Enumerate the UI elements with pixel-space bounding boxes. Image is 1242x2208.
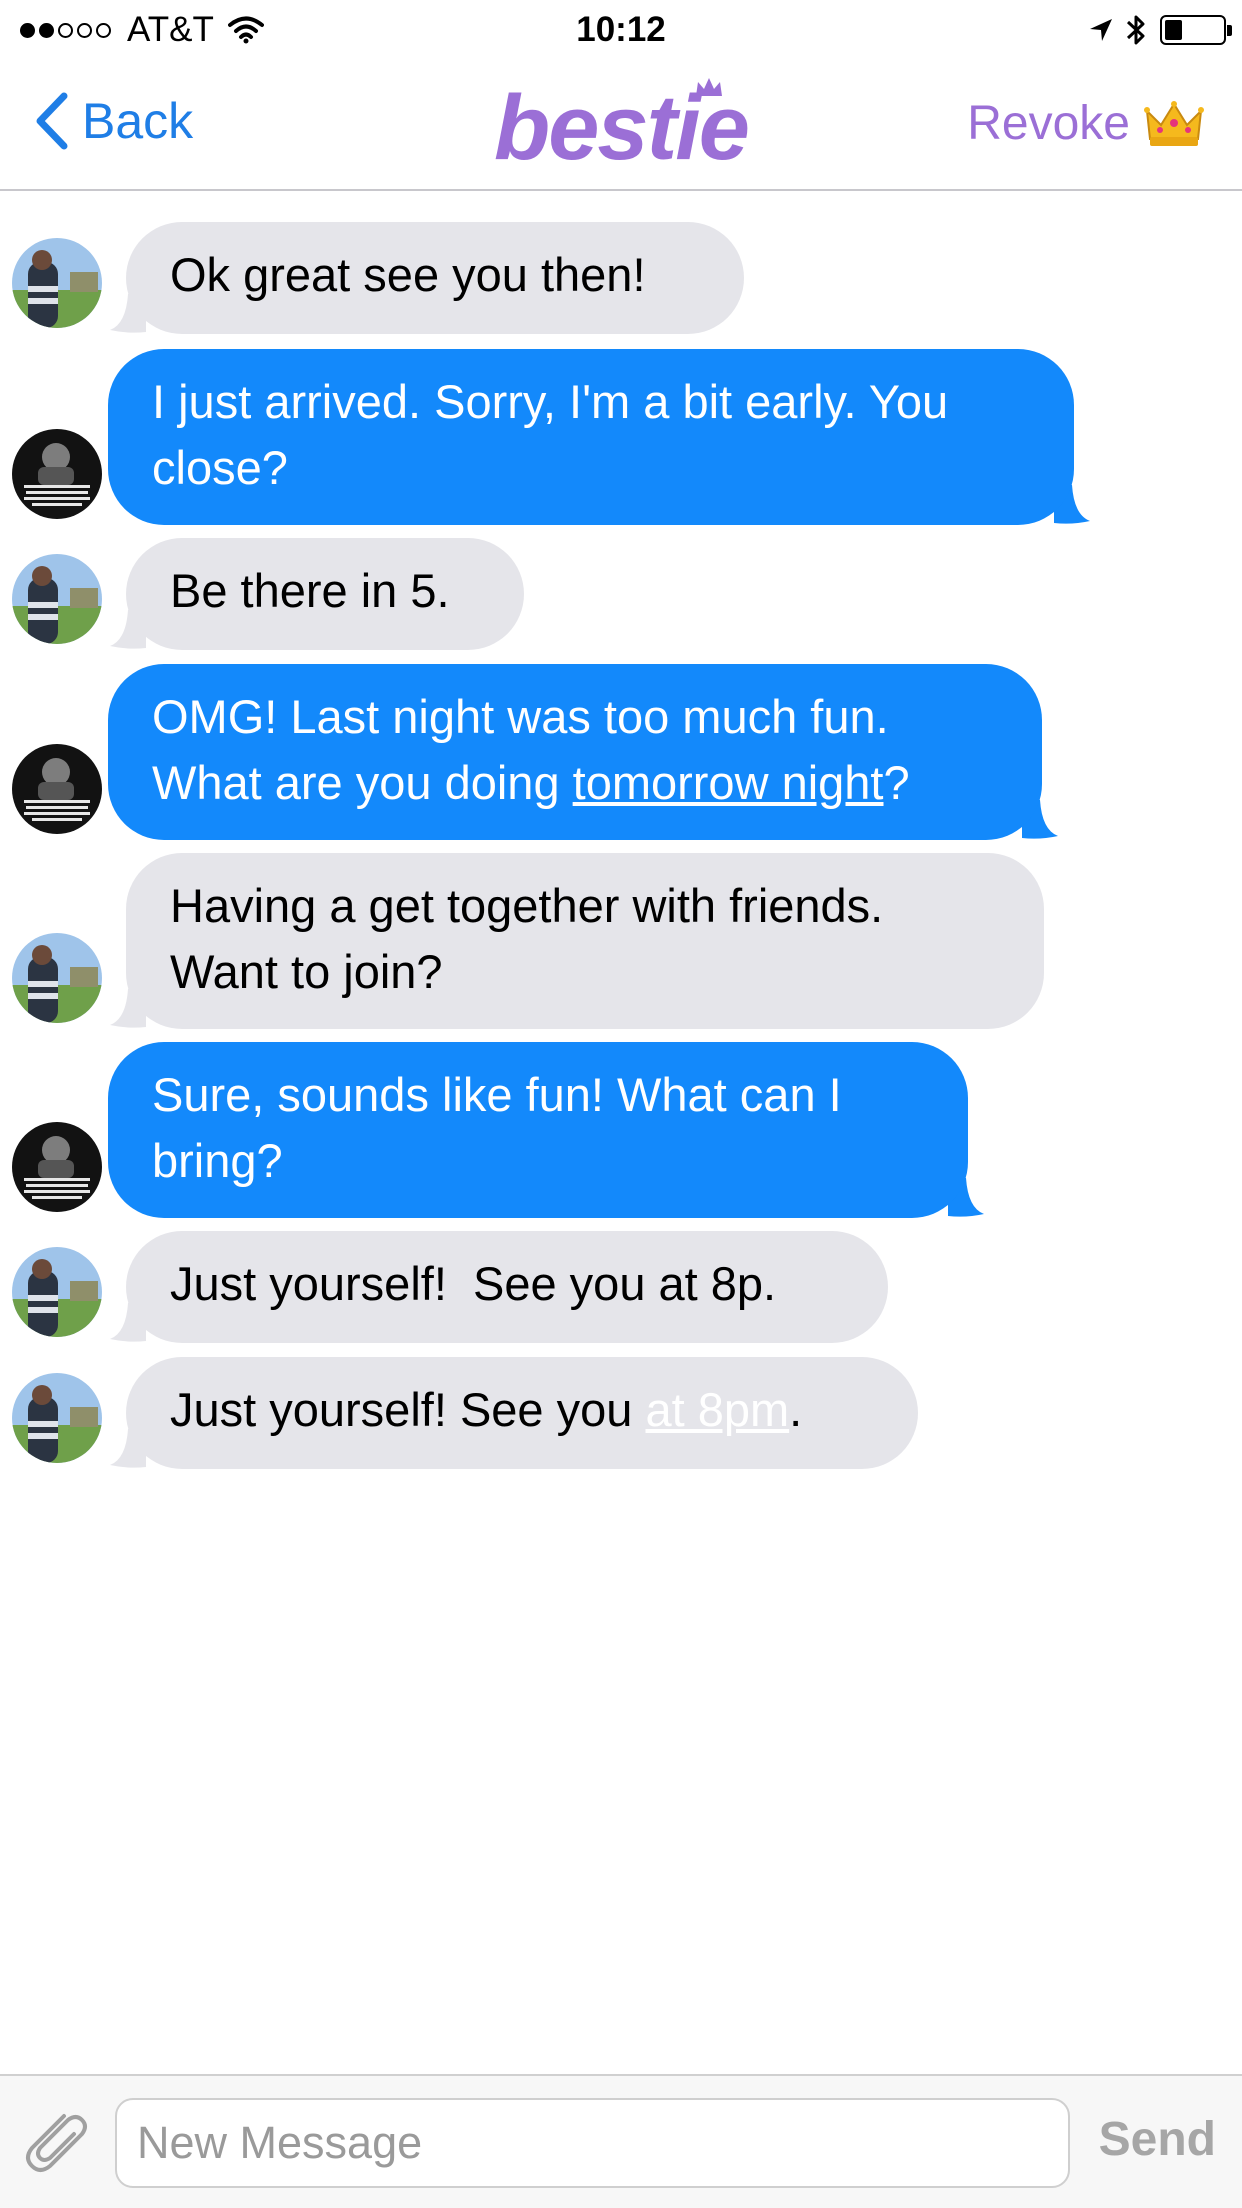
message-bubble[interactable]: Just yourself! See you at 8pm. — [126, 1357, 918, 1469]
user-avatar[interactable] — [12, 1122, 102, 1212]
paperclip-icon — [26, 2114, 87, 2172]
message-text: Having a get together with friends. Want… — [170, 879, 884, 998]
message-text: Be there in 5. — [170, 564, 450, 617]
status-right — [1088, 8, 1232, 52]
location-arrow-icon — [1090, 19, 1112, 41]
message-text-before: Just yourself! See you — [170, 1383, 646, 1436]
message-bubble[interactable]: Having a get together with friends. Want… — [126, 853, 1044, 1029]
battery-level — [1165, 20, 1182, 40]
user-avatar[interactable] — [12, 429, 102, 519]
crown-icon — [1144, 100, 1204, 146]
message-text: Sure, sounds like fun! What can I bring? — [152, 1068, 842, 1187]
contact-avatar[interactable] — [12, 554, 102, 644]
revoke-label: Revoke — [967, 97, 1130, 150]
message-bubble[interactable]: Ok great see you then! — [126, 222, 744, 334]
contact-avatar[interactable] — [12, 1373, 102, 1463]
message-text: Ok great see you then! — [170, 248, 646, 301]
message-incoming: Ok great see you then! — [0, 222, 1242, 334]
message-input[interactable] — [115, 2098, 1070, 2188]
message-input-bar: Send — [0, 2074, 1242, 2208]
contact-avatar[interactable] — [12, 238, 102, 328]
message-bubble[interactable]: Just yourself! See you at 8p. — [126, 1231, 888, 1343]
time-link[interactable]: at 8pm — [645, 1383, 789, 1436]
status-time: 10:12 — [576, 10, 666, 49]
attach-button[interactable] — [18, 2104, 94, 2185]
battery-icon — [1160, 15, 1232, 45]
bluetooth-icon — [1126, 15, 1145, 45]
send-button[interactable]: Send — [1099, 2112, 1216, 2167]
message-outgoing: I just arrived. Sorry, I'm a bit early. … — [0, 349, 1242, 525]
revoke-button[interactable]: Revoke — [967, 96, 1204, 151]
message-list[interactable]: Ok great see you then! I just arrived. S… — [0, 192, 1242, 2074]
date-link[interactable]: tomorrow night — [573, 756, 884, 809]
message-text: Just yourself! See you at 8p. — [170, 1257, 777, 1310]
contact-avatar[interactable] — [12, 1247, 102, 1337]
message-text-after: . — [789, 1383, 803, 1436]
message-bubble[interactable]: Sure, sounds like fun! What can I bring? — [108, 1042, 968, 1218]
message-bubble[interactable]: I just arrived. Sorry, I'm a bit early. … — [108, 349, 1074, 525]
logo-crown-icon — [695, 78, 722, 96]
battery-nub — [1227, 25, 1232, 36]
message-outgoing: OMG! Last night was too much fun. What a… — [0, 664, 1242, 840]
contact-avatar[interactable] — [12, 933, 102, 1023]
message-text-after: ? — [883, 756, 910, 809]
message-bubble[interactable]: OMG! Last night was too much fun. What a… — [108, 664, 1042, 840]
message-incoming: Be there in 5. — [0, 538, 1242, 650]
message-incoming: Just yourself! See you at 8p. — [0, 1231, 1242, 1343]
message-outgoing: Sure, sounds like fun! What can I bring? — [0, 1042, 1242, 1218]
status-bar: AT&T 10:12 — [0, 0, 1242, 60]
message-incoming: Just yourself! See you at 8pm. — [0, 1357, 1242, 1469]
user-avatar[interactable] — [12, 744, 102, 834]
navigation-bar: Back bestie Revoke — [0, 60, 1242, 191]
message-incoming: Having a get together with friends. Want… — [0, 853, 1242, 1029]
message-bubble[interactable]: Be there in 5. — [126, 538, 524, 650]
message-text: I just arrived. Sorry, I'm a bit early. … — [152, 375, 949, 494]
